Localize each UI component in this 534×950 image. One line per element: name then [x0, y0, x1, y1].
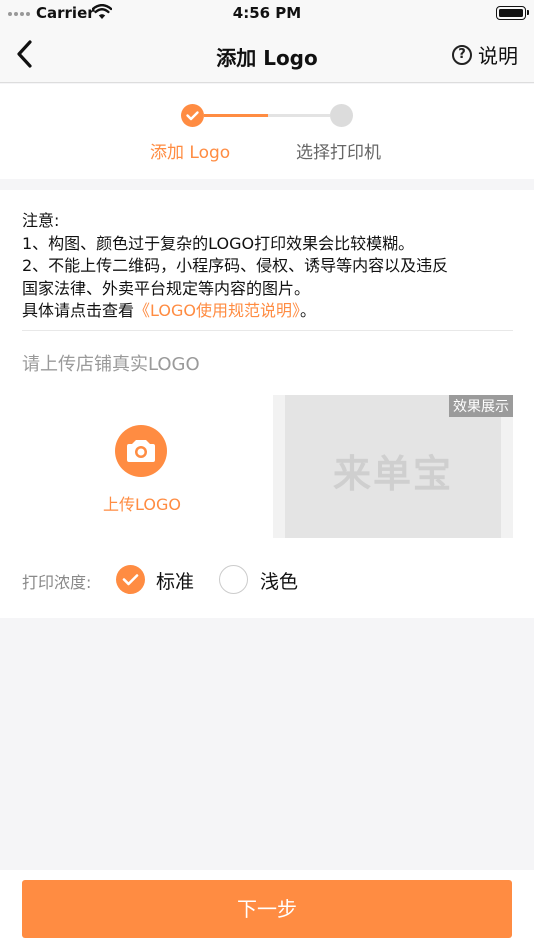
logo-guidelines-link[interactable]: 《LOGO使用规范说明》: [134, 301, 300, 320]
preview-watermark: 来单宝: [332, 452, 453, 496]
step-label-add-logo: 添加 Logo: [150, 143, 231, 163]
step-connector-done: [204, 114, 268, 117]
density-light-label[interactable]: 浅色: [260, 567, 298, 594]
notes-line-2a: 2、不能上传二维码，小程序码、侵权、诱导等内容以及违反: [22, 256, 449, 275]
upload-logo-button[interactable]: 上传LOGO: [22, 395, 262, 538]
step-progress: 添加 Logo 选择打印机: [0, 84, 534, 179]
upload-hint: 请上传店铺真实LOGO: [22, 354, 200, 375]
help-button[interactable]: ? 说明: [452, 40, 518, 69]
status-bar: Carrier 4:56 PM: [0, 0, 534, 26]
navigation-bar: 添加 Logo ? 说明: [0, 26, 534, 83]
notes-heading: 注意:: [22, 211, 60, 230]
radio-standard-checked-icon[interactable]: [116, 565, 145, 594]
question-circle-icon: ?: [452, 44, 472, 65]
check-icon: [186, 111, 199, 121]
camera-icon: [115, 425, 167, 477]
next-step-button[interactable]: 下一步: [22, 880, 512, 938]
notes-block: 注意: 1、构图、颜色过于复杂的LOGO打印效果会比较模糊。 2、不能上传二维码…: [22, 210, 516, 323]
notes-line-3: 具体请点击查看《LOGO使用规范说明》。: [22, 300, 516, 323]
notes-line-2b: 国家法律、外卖平台规定等内容的图片。: [22, 278, 311, 298]
notes-line-1: 1、构图、颜色过于复杂的LOGO打印效果会比较模糊。: [22, 233, 415, 253]
print-density-selector: 打印浓度: 标准 浅色: [22, 565, 512, 595]
preview-badge: 效果展示: [449, 395, 513, 417]
notes-line-3-prefix: 具体请点击查看: [22, 301, 135, 320]
step-connector-todo: [268, 114, 330, 117]
check-icon: [122, 574, 139, 586]
battery-icon: [496, 6, 529, 20]
step-todo-dot: [330, 104, 353, 127]
notes-line-3-suffix: 。: [299, 301, 316, 320]
divider: [22, 330, 513, 331]
status-time: 4:56 PM: [232, 4, 302, 22]
logo-preview: 来单宝 效果展示: [273, 395, 513, 538]
logo-form-card: 注意: 1、构图、颜色过于复杂的LOGO打印效果会比较模糊。 2、不能上传二维码…: [0, 190, 534, 618]
bottom-bar: 下一步: [0, 870, 534, 950]
upload-logo-label: 上传LOGO: [103, 495, 181, 514]
radio-light-unchecked-icon[interactable]: [219, 565, 248, 594]
help-label: 说明: [478, 44, 518, 68]
density-standard-label[interactable]: 标准: [156, 567, 194, 594]
step-done-check-icon: [181, 104, 204, 127]
step-label-select-printer: 选择打印机: [296, 143, 381, 163]
print-density-label: 打印浓度:: [22, 573, 92, 592]
